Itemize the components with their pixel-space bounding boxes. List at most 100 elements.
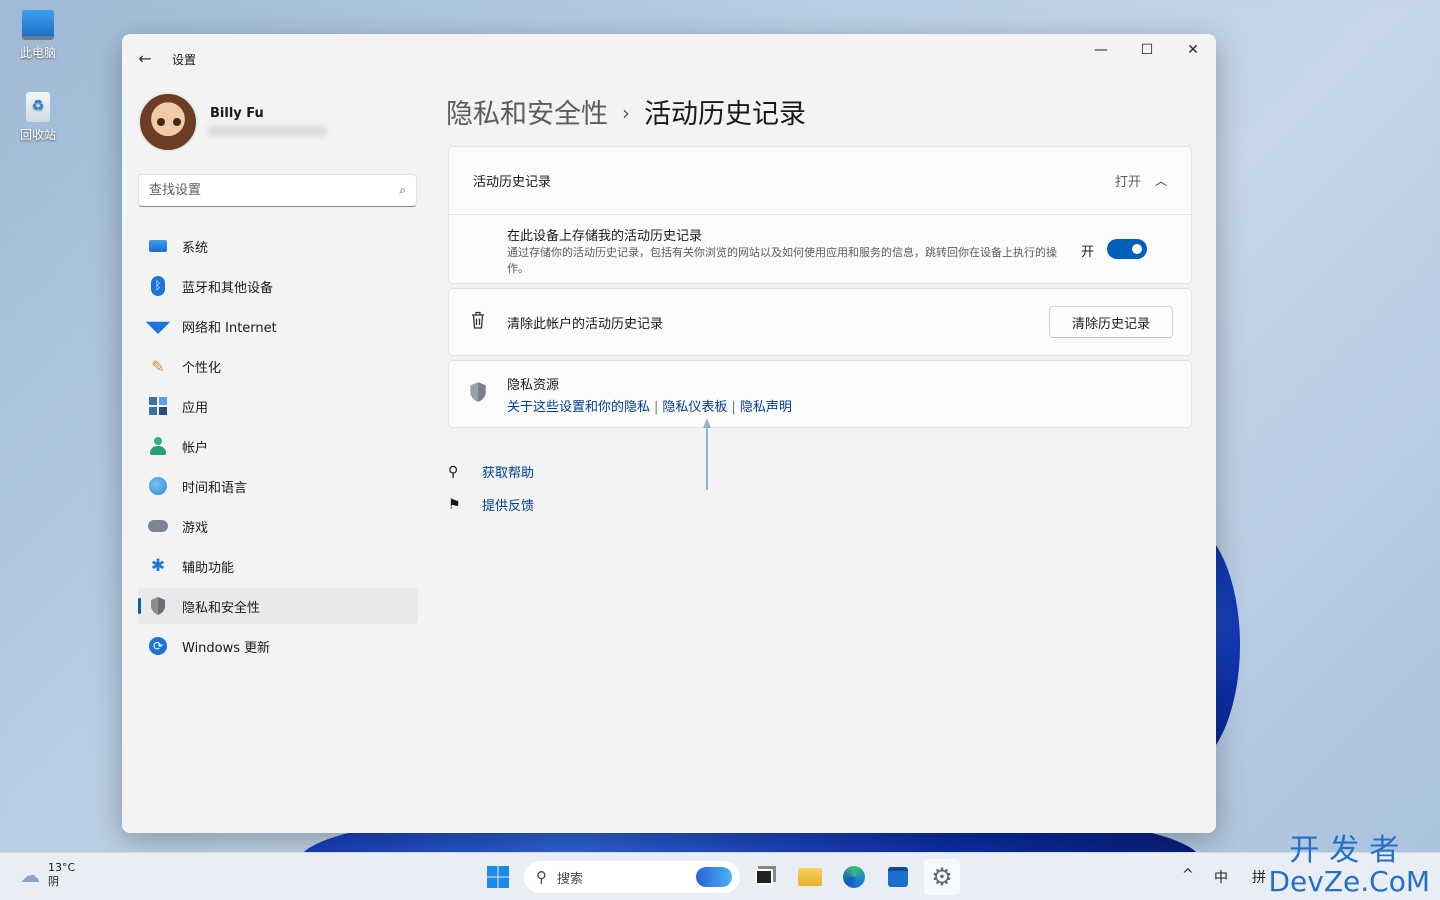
- copilot-icon: [696, 867, 732, 887]
- trash-icon: [467, 310, 489, 335]
- sidebar-item-label: 网络和 Internet: [182, 320, 277, 336]
- desktop-icon-label: 回收站: [19, 128, 56, 142]
- settings-taskbar-button[interactable]: ⚙: [924, 859, 960, 895]
- link-privacy-statement[interactable]: 隐私声明: [740, 400, 792, 415]
- weather-widget[interactable]: ☁ 13°C 阴: [20, 861, 75, 889]
- watermark-line1: 开发者: [1289, 833, 1410, 868]
- breadcrumb: 隐私和安全性 › 活动历史记录: [446, 92, 806, 131]
- link-separator: |: [731, 399, 736, 415]
- expander-state: 打开: [1114, 175, 1141, 190]
- cloud-icon: ☁: [20, 863, 40, 887]
- globe-clock-icon: [148, 476, 168, 496]
- link-privacy-dashboard[interactable]: 隐私仪表板: [662, 400, 727, 415]
- store-activity-toggle[interactable]: [1107, 239, 1147, 259]
- search-icon: ⌕: [399, 183, 406, 197]
- folder-icon: [798, 868, 822, 886]
- weather-temp: 13°C: [48, 861, 76, 874]
- sidebar-item-label: 帐户: [182, 440, 209, 456]
- taskview-icon: [755, 869, 773, 885]
- file-explorer-button[interactable]: [792, 859, 828, 895]
- wifi-icon: ◥◤: [145, 316, 171, 336]
- toggle-state-label: 开: [1081, 245, 1095, 260]
- get-help-link[interactable]: ⚲ 获取帮助: [448, 462, 535, 482]
- privacy-resources-title: 隐私资源: [507, 377, 560, 393]
- arrow-left-icon: ←: [138, 49, 152, 68]
- accessibility-icon: ✱: [150, 556, 166, 576]
- title-bar: ← 设置 — ☐ ✕: [122, 34, 1216, 82]
- setting-title: 在此设备上存储我的活动历史记录: [507, 229, 703, 244]
- privacy-resources-card: 隐私资源 关于这些设置和你的隐私 | 隐私仪表板 | 隐私声明: [448, 360, 1192, 428]
- taskview-button[interactable]: [746, 859, 782, 895]
- sidebar-item-accounts[interactable]: 帐户: [138, 428, 418, 464]
- give-feedback-link[interactable]: ⚑ 提供反馈: [448, 495, 535, 515]
- store-activity-setting: 在此设备上存储我的活动历史记录 通过存储你的活动历史记录，包括有关你浏览的网站以…: [449, 215, 1191, 285]
- settings-search[interactable]: ⌕: [138, 174, 417, 207]
- sidebar-item-bluetooth[interactable]: ᛒ 蓝牙和其他设备: [138, 268, 418, 304]
- activity-history-header[interactable]: 活动历史记录 打开 ︿: [449, 147, 1191, 215]
- weather-condition: 阴: [48, 875, 59, 888]
- user-email-blurred: [208, 126, 326, 136]
- get-help-label: 获取帮助: [482, 466, 535, 481]
- ime-language[interactable]: 中: [1214, 867, 1228, 887]
- section-title: 活动历史记录: [473, 175, 552, 190]
- sidebar-item-label: 时间和语言: [182, 480, 248, 496]
- minimize-button[interactable]: —: [1078, 34, 1124, 66]
- sidebar-item-label: 辅助功能: [182, 560, 235, 576]
- link-about-privacy[interactable]: 关于这些设置和你的隐私: [507, 400, 650, 415]
- search-input[interactable]: [139, 175, 379, 206]
- settings-window: ← 设置 — ☐ ✕ Billy Fu ⌕ 系统 ᛒ 蓝牙和其他设备 ◥◤ 网络…: [122, 34, 1216, 833]
- sidebar-item-label: 游戏: [182, 520, 209, 536]
- sidebar-item-time-language[interactable]: 时间和语言: [138, 468, 418, 504]
- desktop-icon-recycle-bin[interactable]: ♻ 回收站: [8, 92, 68, 143]
- search-icon: ⚲: [536, 868, 547, 886]
- shield-icon: [148, 596, 168, 616]
- taskbar-search-placeholder: 搜索: [557, 871, 584, 887]
- clear-history-button[interactable]: 清除历史记录: [1048, 306, 1173, 338]
- desktop-icon-label: 此电脑: [19, 46, 56, 60]
- sidebar-item-apps[interactable]: 应用: [138, 388, 418, 424]
- give-feedback-label: 提供反馈: [482, 499, 535, 514]
- sidebar-item-personalization[interactable]: ✎ 个性化: [138, 348, 418, 384]
- sidebar-item-label: 应用: [182, 400, 209, 416]
- sidebar-nav: 系统 ᛒ 蓝牙和其他设备 ◥◤ 网络和 Internet ✎ 个性化 应用 帐户…: [138, 228, 418, 668]
- annotation-arrow-up: [703, 418, 711, 490]
- ime-mode[interactable]: 拼: [1252, 867, 1266, 887]
- watermark-logo: 开发者 DevZe.CoM: [1268, 834, 1430, 896]
- back-button[interactable]: ←: [134, 48, 156, 70]
- edge-button[interactable]: [836, 859, 872, 895]
- activity-history-card: 活动历史记录 打开 ︿ 在此设备上存储我的活动历史记录 通过存储你的活动历史记录…: [448, 146, 1192, 284]
- sidebar-item-label: 隐私和安全性: [182, 600, 261, 616]
- maximize-button[interactable]: ☐: [1124, 34, 1170, 66]
- update-icon: ⟳: [148, 636, 168, 656]
- breadcrumb-parent[interactable]: 隐私和安全性: [446, 99, 608, 130]
- sidebar-item-network[interactable]: ◥◤ 网络和 Internet: [138, 308, 418, 344]
- sidebar-item-gaming[interactable]: 游戏: [138, 508, 418, 544]
- avatar[interactable]: [138, 92, 198, 152]
- sidebar-item-windows-update[interactable]: ⟳ Windows 更新: [138, 628, 418, 664]
- taskbar: ☁ 13°C 阴 ⚲ 搜索 ⚙ ^ 中 拼: [0, 852, 1440, 900]
- desktop-icon-this-pc[interactable]: 此电脑: [8, 10, 68, 61]
- sidebar-item-privacy-security[interactable]: 隐私和安全性: [138, 588, 418, 624]
- gamepad-icon: [148, 516, 168, 536]
- sidebar-item-accessibility[interactable]: ✱ 辅助功能: [138, 548, 418, 584]
- store-icon: [888, 867, 908, 887]
- sidebar-item-label: 个性化: [182, 360, 222, 376]
- privacy-links: 关于这些设置和你的隐私 | 隐私仪表板 | 隐私声明: [507, 396, 792, 415]
- app-title: 设置: [172, 53, 197, 67]
- apps-icon: [148, 396, 168, 416]
- chevron-up-icon[interactable]: ^: [1182, 867, 1194, 883]
- sidebar-item-system[interactable]: 系统: [138, 228, 418, 264]
- edge-icon: [843, 866, 865, 888]
- taskbar-search[interactable]: ⚲ 搜索: [524, 861, 740, 893]
- help-icon: ⚲: [448, 463, 459, 480]
- close-button[interactable]: ✕: [1170, 34, 1216, 66]
- store-button[interactable]: [880, 859, 916, 895]
- chevron-up-icon: ︿: [1154, 174, 1167, 188]
- sidebar-item-label: Windows 更新: [182, 640, 271, 656]
- monitor-icon: [148, 236, 168, 256]
- start-button[interactable]: [480, 859, 516, 895]
- sidebar-item-label: 蓝牙和其他设备: [182, 280, 274, 296]
- shield-icon: [467, 381, 489, 408]
- feedback-icon: ⚑: [448, 496, 461, 513]
- sidebar-item-label: 系统: [182, 240, 209, 256]
